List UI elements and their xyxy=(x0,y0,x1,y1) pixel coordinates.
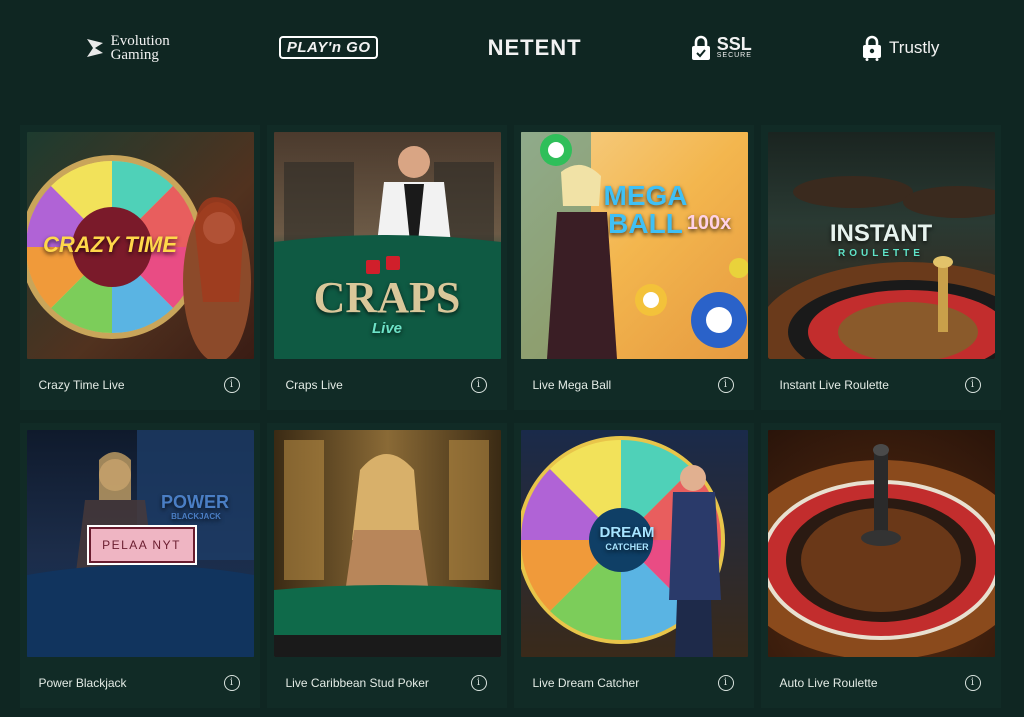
ssl-text: SSL xyxy=(716,34,752,54)
game-card-crazy-time[interactable]: CRAZY TIME Crazy Time Live i xyxy=(20,125,260,410)
auto-roulette-wheel-icon xyxy=(767,444,995,657)
trustly-logo-text: Trustly xyxy=(889,37,940,57)
mega-ball-scene-icon xyxy=(520,132,748,359)
game-thumbnail[interactable] xyxy=(767,430,995,657)
game-title[interactable]: Live Dream Catcher xyxy=(533,676,640,690)
game-title[interactable]: Crazy Time Live xyxy=(39,378,125,392)
game-info-row: Live Dream Catcher i xyxy=(521,657,748,708)
info-icon[interactable]: i xyxy=(470,376,487,393)
game-info-row: Live Mega Ball i xyxy=(521,359,748,410)
game-title[interactable]: Instant Live Roulette xyxy=(780,378,889,392)
craps-art-title: CRAPS xyxy=(313,273,461,322)
power-blackjack-art-title: POWER xyxy=(160,492,229,512)
partner-logos-bar: Evolution Gaming PLAY'n GO NETENT SSL SE… xyxy=(0,0,1024,95)
game-thumbnail[interactable]: INSTANT ROULETTE xyxy=(767,132,995,359)
info-icon[interactable]: i xyxy=(223,376,240,393)
game-title[interactable]: Craps Live xyxy=(286,378,343,392)
game-title[interactable]: Live Mega Ball xyxy=(533,378,612,392)
game-title[interactable]: Auto Live Roulette xyxy=(780,676,878,690)
game-thumbnail[interactable]: CRAPS Live xyxy=(273,132,501,359)
craps-art-subtitle: Live xyxy=(371,320,402,337)
info-icon[interactable]: i xyxy=(964,674,981,691)
game-thumbnail[interactable]: DREAM CATCHER xyxy=(520,430,748,657)
playngo-logo-text: PLAY'n GO xyxy=(278,36,379,59)
game-card-auto-roulette[interactable]: Auto Live Roulette i xyxy=(761,423,1001,708)
play-now-button[interactable]: PELAA NYT xyxy=(86,525,197,565)
game-card-caribbean-stud[interactable]: Live Caribbean Stud Poker i xyxy=(267,423,507,708)
evolution-logo-text: Evolution xyxy=(110,32,170,49)
game-card-craps[interactable]: CRAPS Live Craps Live i xyxy=(267,125,507,410)
game-card-power-blackjack[interactable]: POWER BLACKJACK PELAA NYT Power Blackjac… xyxy=(20,423,260,708)
game-info-row: Live Caribbean Stud Poker i xyxy=(274,657,501,708)
game-title[interactable]: Power Blackjack xyxy=(39,676,127,690)
game-thumbnail[interactable]: CRAZY TIME xyxy=(26,132,254,359)
game-title[interactable]: Live Caribbean Stud Poker xyxy=(286,676,429,690)
netent-logo-text: NETENT xyxy=(487,34,582,60)
game-grid: CRAZY TIME Crazy Time Live i CRAPS Live … xyxy=(20,125,1005,708)
info-icon[interactable]: i xyxy=(223,674,240,691)
evolution-logo-icon xyxy=(86,38,103,57)
mega-ball-art-badge: 100x xyxy=(686,212,732,234)
game-info-row: Power Blackjack i xyxy=(27,657,254,708)
playngo-logo: PLAY'n GO xyxy=(278,36,379,59)
poker-dealer-icon xyxy=(273,440,501,657)
info-icon[interactable]: i xyxy=(470,674,487,691)
game-info-row: Crazy Time Live i xyxy=(27,359,254,410)
netent-logo: NETENT xyxy=(488,35,582,61)
dream-catcher-art-title: DREAM xyxy=(599,524,655,541)
game-info-row: Instant Live Roulette i xyxy=(768,359,995,410)
game-card-dream-catcher[interactable]: DREAM CATCHER Live Dream Catcher i xyxy=(514,423,754,708)
game-thumbnail[interactable]: MEGA BALL 100x xyxy=(520,132,748,359)
evolution-gaming-logo: Evolution Gaming xyxy=(85,32,170,63)
ssl-secure-text: SECURE xyxy=(716,52,752,59)
game-info-row: Craps Live i xyxy=(274,359,501,410)
crazy-time-art-title: CRAZY TIME xyxy=(42,232,178,257)
instant-roulette-art-subtitle: ROULETTE xyxy=(838,248,924,259)
info-icon[interactable]: i xyxy=(964,376,981,393)
game-card-instant-roulette[interactable]: INSTANT ROULETTE Instant Live Roulette i xyxy=(761,125,1001,410)
game-thumbnail[interactable]: POWER BLACKJACK PELAA NYT xyxy=(26,430,254,657)
dream-catcher-art-subtitle: CATCHER xyxy=(605,542,649,552)
game-info-row: Auto Live Roulette i xyxy=(768,657,995,708)
info-icon[interactable]: i xyxy=(717,376,734,393)
trustly-lock-icon xyxy=(863,35,882,61)
game-thumbnail[interactable] xyxy=(273,430,501,657)
ssl-secure-badge: SSL SECURE xyxy=(691,35,752,61)
evolution-logo-text-2: Gaming xyxy=(110,46,159,63)
info-icon[interactable]: i xyxy=(717,674,734,691)
power-blackjack-art-subtitle: BLACKJACK xyxy=(171,512,221,521)
padlock-icon xyxy=(691,35,710,60)
instant-roulette-art-title: INSTANT xyxy=(829,220,933,247)
game-card-mega-ball[interactable]: MEGA BALL 100x Live Mega Ball i xyxy=(514,125,754,410)
trustly-logo: Trustly xyxy=(861,35,939,61)
